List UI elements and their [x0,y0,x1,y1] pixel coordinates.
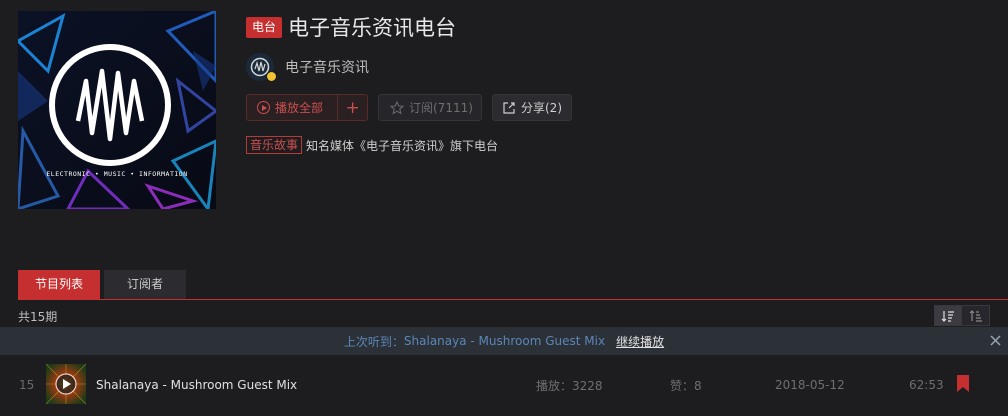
owner-row: 电子音乐资讯 [246,53,1008,82]
action-buttons: 播放全部 + 订阅(7111) 分享(2) [246,94,1008,121]
program-count: 共15期 [18,310,58,324]
program-duration: 62:53 [909,378,944,392]
play-all-group: 播放全部 + [246,94,368,121]
program-thumbnail[interactable] [46,364,86,404]
subscribe-button[interactable]: 订阅(7111) [378,94,482,121]
program-index: 15 [19,378,35,392]
program-plays: 播放：3228 [536,378,603,393]
sort-asc-button[interactable] [962,305,990,326]
program-date: 2018-05-12 [775,378,845,392]
radio-cover: ELECTRONIC • MUSIC • INFORMATION [18,11,216,209]
sort-asc-icon [969,309,982,322]
sort-toggle [934,305,990,326]
share-icon [502,101,516,115]
close-icon[interactable] [988,333,1003,348]
program-likes: 赞：8 [670,378,702,393]
play-all-label: 播放全部 [275,101,324,115]
cover-caption: ELECTRONIC • MUSIC • INFORMATION [46,170,187,178]
radio-info: 电台 电子音乐资讯电台 电子音乐资讯 播放全部 + 订阅(7111) 分享(2)… [246,14,1008,154]
description-row: 音乐故事 知名媒体《电子音乐资讯》旗下电台 [246,136,1008,154]
tab-divider [18,299,1008,300]
description-text: 知名媒体《电子音乐资讯》旗下电台 [306,138,499,153]
star-icon [390,100,404,115]
bookmark-icon[interactable] [957,375,969,395]
owner-name[interactable]: 电子音乐资讯 [285,57,369,77]
resume-prefix: 上次听到： [343,334,404,349]
play-icon [257,101,270,114]
plus-icon: + [345,97,360,118]
sort-desc-button[interactable] [934,305,962,326]
tab-subscribers[interactable]: 订阅者 [104,270,186,299]
program-name[interactable]: Shalanaya - Mushroom Guest Mix [96,378,297,392]
add-to-playlist-button[interactable]: + [338,95,367,120]
share-button[interactable]: 分享(2) [492,94,572,121]
radio-title: 电子音乐资讯电台 [288,16,457,40]
title-row: 电台 电子音乐资讯电台 [246,14,1008,40]
continue-play-link[interactable]: 继续播放 [616,333,664,350]
share-label: 分享(2) [521,101,562,115]
sort-desc-icon [941,310,954,322]
tab-bar: 节目列表 订阅者 [18,270,186,299]
resume-bar: 上次听到： Shalanaya - Mushroom Guest Mix 继续播… [0,327,1008,355]
owner-avatar[interactable] [246,53,277,82]
tab-program-list[interactable]: 节目列表 [18,270,100,299]
radio-tag: 电台 [246,16,283,38]
play-all-button[interactable]: 播放全部 [247,95,339,120]
verified-badge-icon [266,71,277,82]
program-row[interactable]: 15 Shalanaya - Mushroom Guest Mix 播放：322… [0,355,1008,415]
category-tag[interactable]: 音乐故事 [246,136,303,154]
resume-title: Shalanaya - Mushroom Guest Mix [403,334,606,348]
subscribe-label: 订阅(7111) [409,101,473,115]
